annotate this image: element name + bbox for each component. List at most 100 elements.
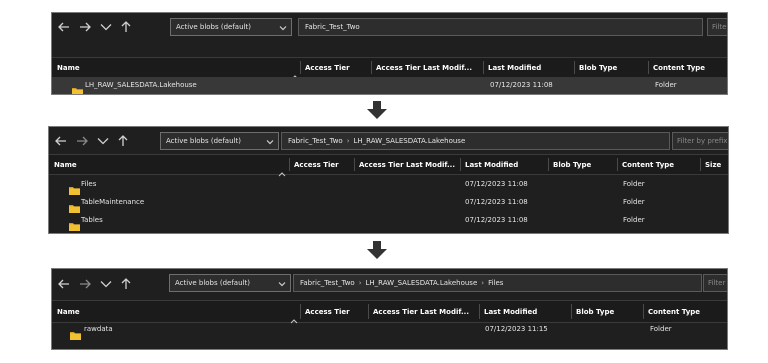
forward-arrow-icon[interactable] — [76, 136, 88, 146]
column-header-name[interactable]: Name — [52, 301, 300, 322]
row-content-type: Folder — [623, 180, 645, 188]
explorer-panel-2: Active blobs (default) Fabric_Test_Two › LH… — [48, 126, 729, 234]
row-content-type: Folder — [655, 81, 677, 89]
breadcrumb-segment[interactable]: Fabric_Test_Two — [288, 133, 343, 149]
column-divider[interactable] — [289, 158, 290, 171]
chevron-down-icon[interactable] — [100, 280, 112, 288]
folder-icon — [72, 81, 83, 94]
toolbar: Active blobs (default) Fabric_Test_Two › LH… — [49, 127, 728, 155]
column-divider[interactable] — [460, 158, 461, 171]
column-divider[interactable] — [571, 304, 572, 319]
column-header-access-tier[interactable]: Access Tier — [289, 155, 354, 174]
access-tier-value: Active blobs (default) — [175, 279, 250, 287]
column-header-blob-type[interactable]: Blob Type — [574, 58, 648, 77]
up-arrow-icon[interactable] — [121, 278, 131, 290]
breadcrumb[interactable]: Fabric_Test_Two › LH_RAW_SALESDATA.Lakehou… — [281, 132, 670, 150]
access-tier-dropdown[interactable]: Active blobs (default) — [160, 132, 279, 150]
up-arrow-icon[interactable] — [121, 21, 131, 33]
filter-by-prefix-input[interactable]: Filter by prefix (case-sensitive) — [703, 274, 727, 292]
filter-placeholder: Filter by prefix (case-sensitive) — [708, 279, 727, 287]
column-header-last-modified[interactable]: Last Modified — [479, 301, 571, 322]
filter-by-prefix-input[interactable]: Filter by prefix (case-sensitive) — [707, 18, 727, 36]
column-divider[interactable] — [479, 304, 480, 319]
breadcrumb[interactable]: Fabric_Test_Two — [298, 18, 703, 36]
table-row[interactable]: LH_RAW_SALESDATA.Lakehouse 07/12/2023 11:… — [52, 77, 727, 94]
table-row[interactable]: Tables 07/12/2023 11:08 Folder — [49, 212, 728, 231]
column-header-row: Name Access Tier Access Tier Last Modif...… — [52, 57, 727, 79]
dropdown-chevron-icon — [278, 278, 286, 294]
column-divider[interactable] — [371, 61, 372, 74]
column-header-row: Name Access Tier Access Tier Last Modif...… — [52, 300, 727, 323]
chevron-down-icon[interactable] — [100, 23, 112, 31]
breadcrumb-segment[interactable]: LH_RAW_SALESDATA.Lakehouse — [354, 133, 466, 149]
column-divider[interactable] — [617, 158, 618, 171]
breadcrumb-separator-icon: › — [481, 279, 485, 287]
column-divider[interactable] — [574, 61, 575, 74]
column-header-access-tier[interactable]: Access Tier — [300, 58, 371, 77]
access-tier-value: Active blobs (default) — [166, 137, 241, 145]
row-name: Files — [81, 180, 97, 188]
row-content-type: Folder — [623, 198, 645, 206]
folder-icon — [69, 216, 80, 231]
row-last-modified: 07/12/2023 11:08 — [490, 81, 553, 89]
dropdown-chevron-icon — [266, 136, 274, 152]
back-arrow-icon[interactable] — [55, 136, 67, 146]
access-tier-dropdown[interactable]: Active blobs (default) — [169, 274, 291, 292]
column-divider[interactable] — [548, 158, 549, 171]
column-divider[interactable] — [300, 304, 301, 319]
access-tier-dropdown[interactable]: Active blobs (default) — [170, 18, 292, 36]
column-divider[interactable] — [368, 304, 369, 319]
breadcrumb-segment[interactable]: Fabric_Test_Two — [300, 275, 355, 291]
down-arrow-icon — [367, 101, 387, 119]
breadcrumb-segment[interactable]: Fabric_Test_Two — [305, 19, 360, 35]
table-row[interactable]: TableMaintenance 07/12/2023 11:08 Folder — [49, 194, 728, 213]
column-header-access-tier[interactable]: Access Tier — [300, 301, 368, 322]
column-header-access-tier-last-modif[interactable]: Access Tier Last Modif... — [354, 155, 460, 174]
access-tier-value: Active blobs (default) — [176, 23, 251, 31]
row-name: Tables — [81, 216, 103, 224]
column-header-content-type[interactable]: Content Type — [617, 155, 700, 174]
row-name: rawdata — [84, 325, 113, 333]
column-divider[interactable] — [643, 304, 644, 319]
navigation-buttons — [55, 133, 128, 149]
column-header-access-tier-last-modif[interactable]: Access Tier Last Modif... — [368, 301, 479, 322]
breadcrumb-separator-icon: › — [358, 279, 362, 287]
filter-by-prefix-input[interactable]: Filter by prefix (case-sensitive) — [672, 132, 728, 150]
toolbar: Active blobs (default) Fabric_Test_Two › LH… — [52, 269, 727, 297]
breadcrumb[interactable]: Fabric_Test_Two › LH_RAW_SALESDATA.Lakehou… — [293, 274, 702, 292]
table-row[interactable]: Files 07/12/2023 11:08 Folder — [49, 176, 728, 195]
explorer-panel-1: Active blobs (default) Fabric_Test_Two Fil… — [51, 12, 728, 95]
column-divider[interactable] — [700, 158, 701, 171]
column-divider[interactable] — [354, 158, 355, 171]
column-header-blob-type[interactable]: Blob Type — [571, 301, 643, 322]
row-content-type: Folder — [650, 325, 672, 333]
column-header-blob-type[interactable]: Blob Type — [548, 155, 617, 174]
folder-icon — [69, 198, 80, 213]
column-header-content-type[interactable]: Content Type — [643, 301, 727, 322]
chevron-down-icon[interactable] — [97, 137, 109, 145]
row-name: LH_RAW_SALESDATA.Lakehouse — [85, 81, 197, 89]
column-header-access-tier-last-modif[interactable]: Access Tier Last Modif... — [371, 58, 483, 77]
back-arrow-icon[interactable] — [58, 279, 70, 289]
back-arrow-icon[interactable] — [58, 22, 70, 32]
column-divider[interactable] — [648, 61, 649, 74]
column-header-last-modified[interactable]: Last Modified — [460, 155, 548, 174]
table-row[interactable]: rawdata 07/12/2023 11:15 Folder — [52, 321, 727, 340]
column-header-name[interactable]: Name — [52, 58, 300, 77]
breadcrumb-segment[interactable]: Files — [488, 275, 503, 291]
forward-arrow-icon[interactable] — [79, 22, 91, 32]
row-name: TableMaintenance — [81, 198, 145, 206]
folder-icon — [70, 325, 81, 340]
explorer-panel-3: Active blobs (default) Fabric_Test_Two › LH… — [51, 268, 728, 350]
column-divider[interactable] — [300, 61, 301, 74]
column-header-row: Name Access Tier Access Tier Last Modif...… — [49, 154, 728, 176]
breadcrumb-segment[interactable]: LH_RAW_SALESDATA.Lakehouse — [366, 275, 478, 291]
column-divider[interactable] — [483, 61, 484, 74]
column-header-content-type[interactable]: Content Type — [648, 58, 727, 77]
up-arrow-icon[interactable] — [118, 135, 128, 147]
toolbar: Active blobs (default) Fabric_Test_Two Fil… — [52, 13, 727, 41]
column-header-last-modified[interactable]: Last Modified — [483, 58, 574, 77]
column-header-size[interactable]: Size — [700, 155, 728, 174]
forward-arrow-icon[interactable] — [79, 279, 91, 289]
column-header-name[interactable]: Name — [49, 155, 289, 174]
